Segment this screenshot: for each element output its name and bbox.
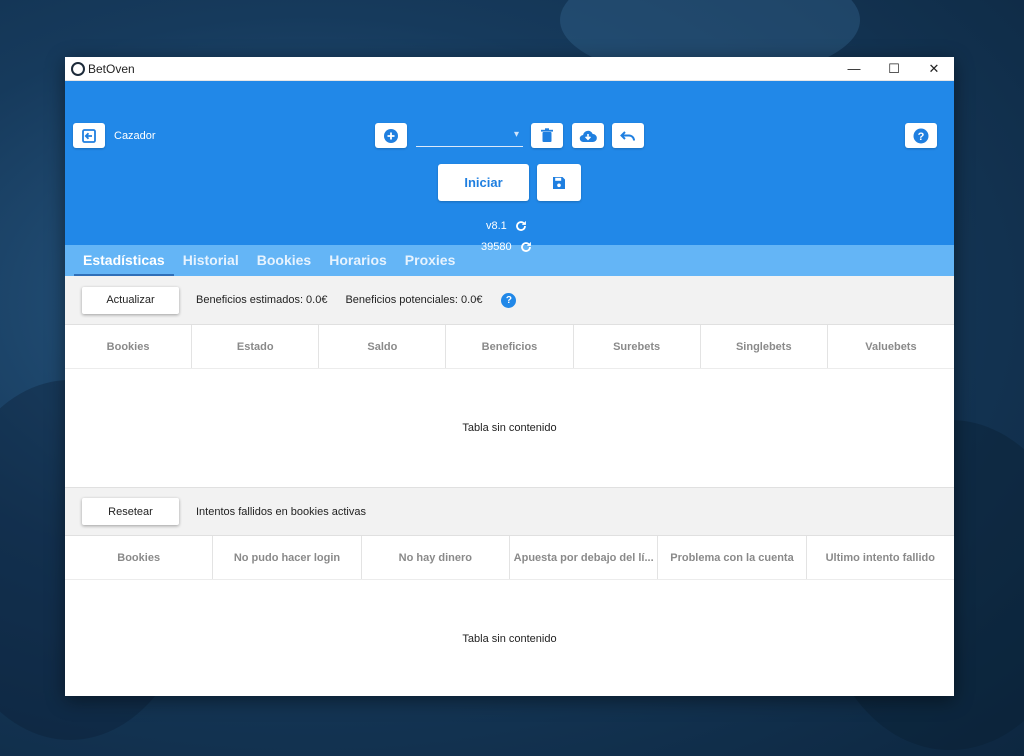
title-bar: BetOven — ☐ ✕ [65, 57, 954, 81]
cloud-download-button[interactable] [572, 123, 604, 148]
tab-bookies[interactable]: Bookies [248, 252, 320, 276]
update-button[interactable]: Actualizar [82, 286, 179, 314]
profile-select[interactable]: ▾ [416, 123, 523, 147]
column-header[interactable]: Apuesta por debajo del lí... [510, 536, 659, 579]
refresh-icon[interactable] [515, 220, 527, 232]
failures-table-body: Tabla sin contenido [65, 580, 954, 698]
stats-table-body: Tabla sin contenido [65, 369, 954, 487]
trash-icon [541, 128, 553, 142]
column-header[interactable]: Beneficios [446, 325, 574, 368]
plus-circle-icon [384, 128, 398, 143]
tab-historial[interactable]: Historial [174, 252, 248, 276]
refresh-icon[interactable] [520, 241, 532, 253]
column-header[interactable]: Bookies [65, 325, 193, 368]
column-header[interactable]: Estado [192, 325, 320, 368]
failures-toolbar: Resetear Intentos fallidos en bookies ac… [65, 487, 954, 536]
column-header[interactable]: Valuebets [828, 325, 954, 368]
column-header[interactable]: No pudo hacer login [213, 536, 362, 579]
potential-profit: Beneficios potenciales: 0.0€ [345, 294, 483, 306]
maximize-button[interactable]: ☐ [874, 57, 914, 81]
info-icon[interactable]: ? [501, 292, 517, 308]
chevron-down-icon: ▾ [513, 129, 519, 140]
undo-button[interactable] [612, 123, 644, 148]
column-header[interactable]: Surebets [574, 325, 701, 368]
header: Cazador ▾ ? Iniciar v8.1 39580 [65, 81, 954, 253]
undo-icon [620, 130, 635, 141]
column-header[interactable]: Singlebets [701, 325, 828, 368]
help-button[interactable]: ? [905, 123, 937, 148]
tab-proxies[interactable]: Proxies [396, 252, 465, 276]
app-logo-icon [71, 61, 85, 76]
empty-table-message: Tabla sin contenido [462, 422, 557, 434]
window-title: BetOven [88, 61, 135, 76]
close-button[interactable]: ✕ [914, 57, 954, 81]
stats-table-header: Bookies Estado Saldo Beneficios Surebets… [65, 325, 954, 369]
exit-button[interactable] [73, 123, 105, 148]
tab-estadisticas[interactable]: Estadísticas [74, 252, 174, 276]
add-button[interactable] [375, 123, 407, 148]
exit-icon [82, 128, 96, 143]
save-button[interactable] [537, 164, 581, 201]
version-label: v8.1 [486, 220, 507, 232]
column-header[interactable]: Bookies [65, 536, 214, 579]
empty-table-message: Tabla sin contenido [462, 633, 557, 645]
start-button[interactable]: Iniciar [438, 164, 529, 201]
reset-button[interactable]: Resetear [82, 498, 179, 525]
cloud-download-icon [579, 130, 597, 142]
column-header[interactable]: Problema con la cuenta [658, 536, 807, 579]
minimize-button[interactable]: — [834, 57, 874, 81]
build-label: 39580 [481, 241, 512, 253]
failures-caption: Intentos fallidos en bookies activas [196, 505, 366, 518]
tab-horarios[interactable]: Horarios [320, 252, 396, 276]
help-icon: ? [913, 128, 929, 143]
mode-label: Cazador [114, 130, 156, 142]
stats-toolbar: Actualizar Beneficios estimados: 0.0€ Be… [65, 276, 954, 325]
column-header[interactable]: No hay dinero [362, 536, 510, 579]
failures-table-header: Bookies No pudo hacer login No hay diner… [65, 536, 954, 580]
estimated-profit: Beneficios estimados: 0.0€ [196, 294, 328, 306]
column-header[interactable]: Ultimo intento fallido [807, 536, 954, 579]
save-icon [553, 176, 565, 189]
svg-text:?: ? [918, 131, 925, 143]
app-window: BetOven — ☐ ✕ Cazador ▾ ? Iniciar v8.1 3… [65, 57, 954, 696]
delete-button[interactable] [531, 123, 563, 148]
column-header[interactable]: Saldo [319, 325, 447, 368]
